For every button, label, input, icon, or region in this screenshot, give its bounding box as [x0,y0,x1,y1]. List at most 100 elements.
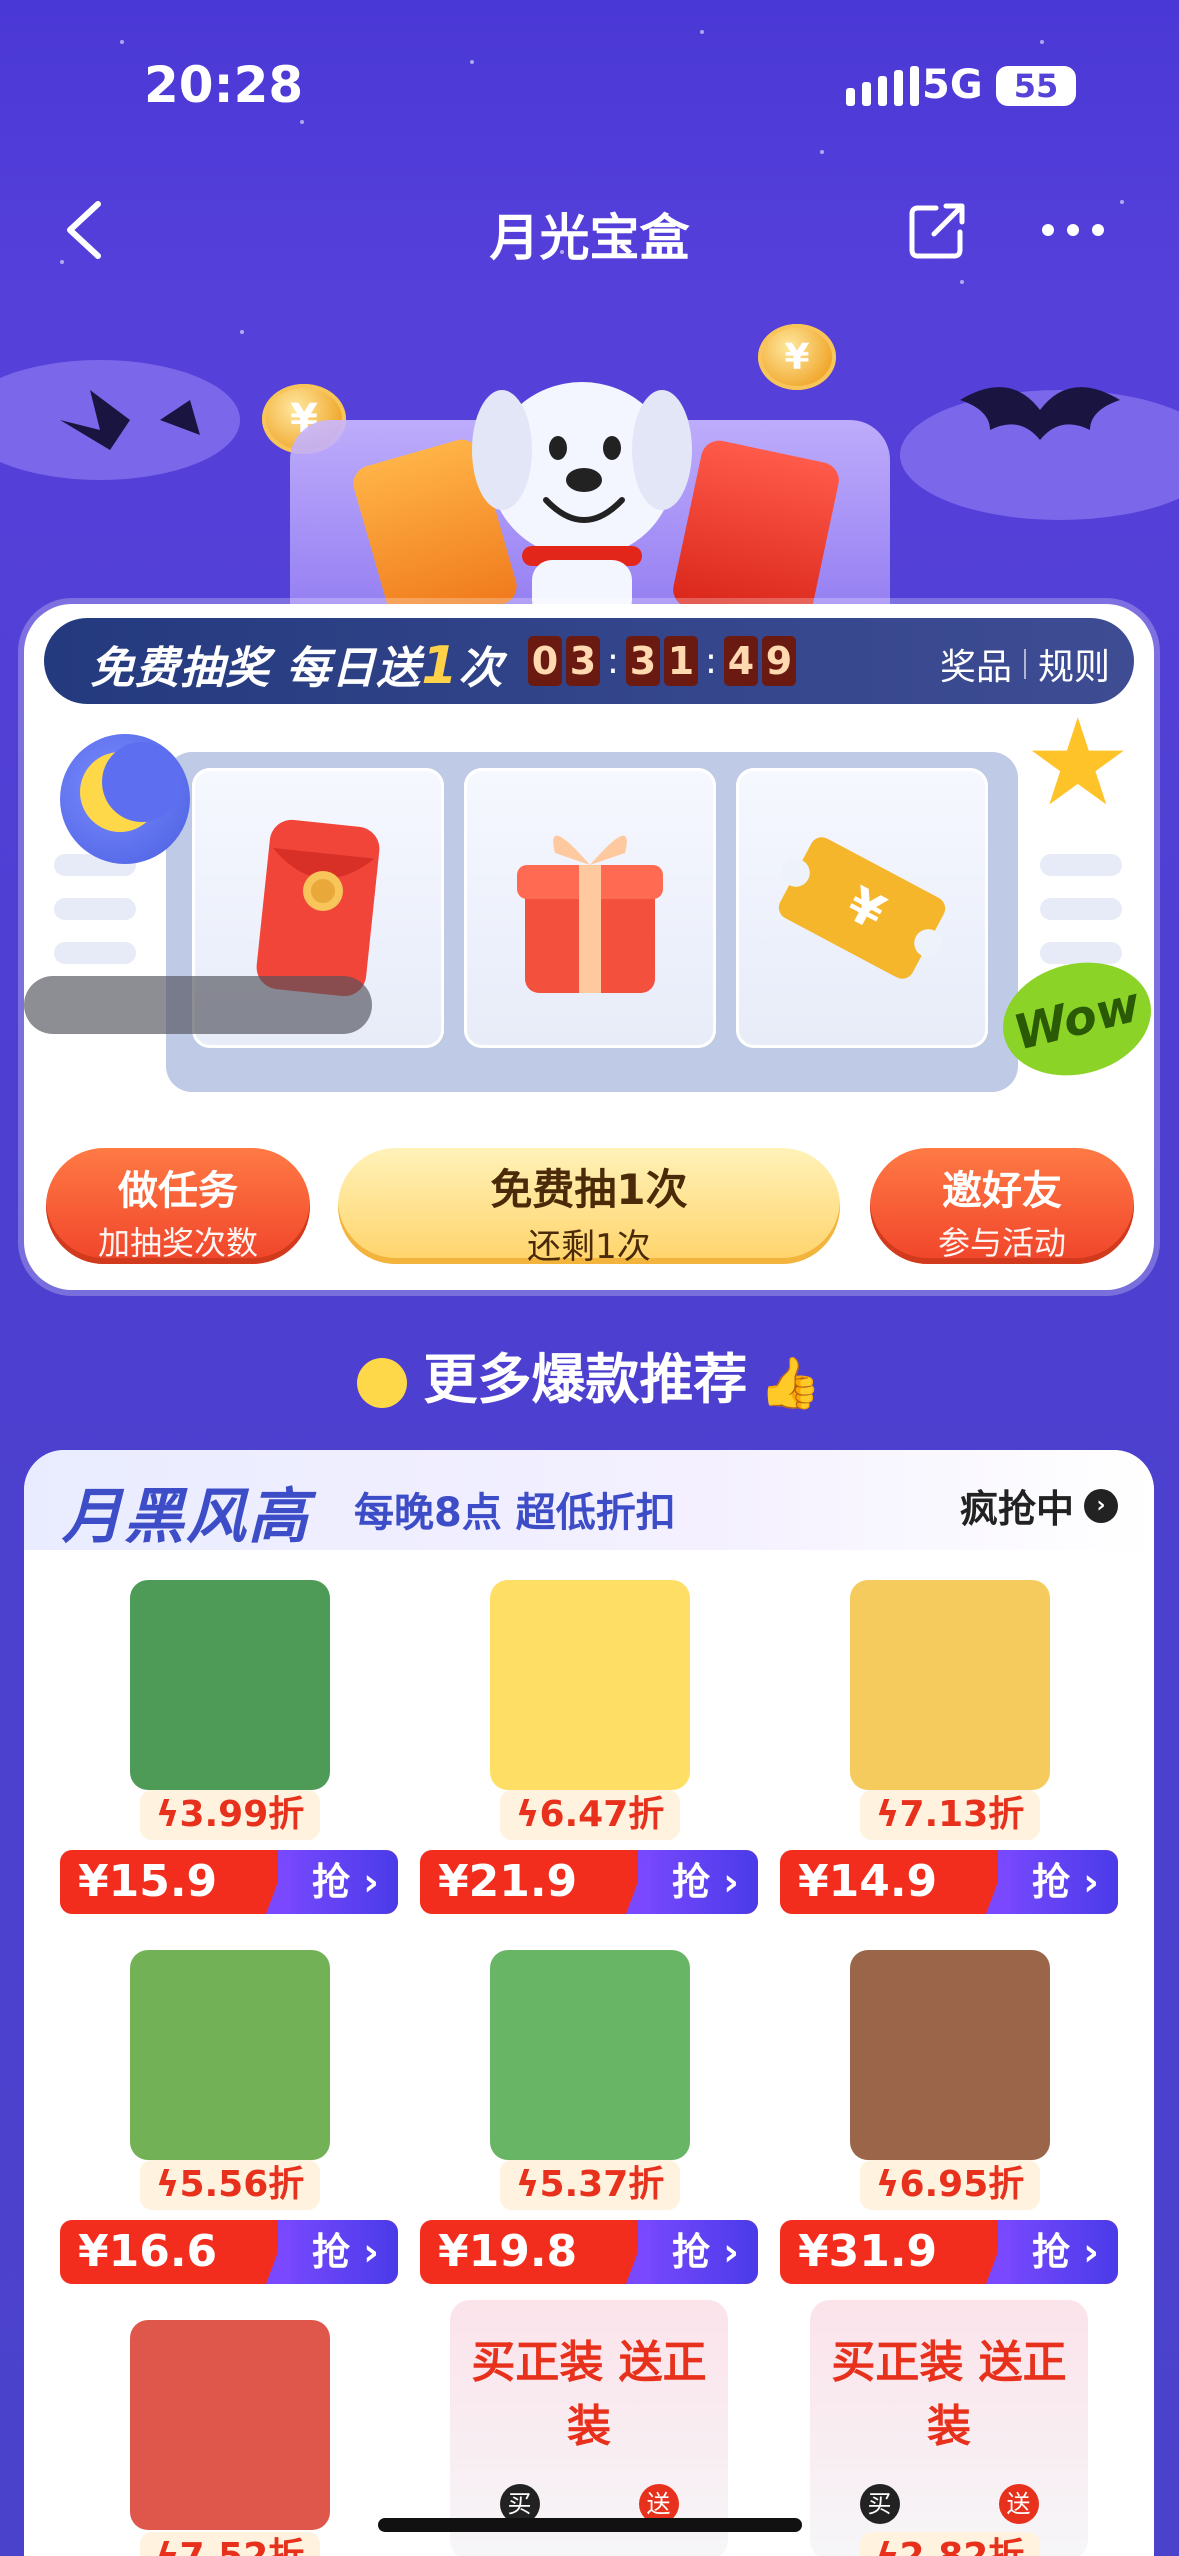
countdown-colon: : [704,640,718,682]
nav-bar: 月光宝盒 [0,180,1179,280]
discount-badge: ϟ7.52折 [140,2532,320,2556]
countdown-digit: 1 [664,636,698,686]
task-button-subtitle: 加抽奖次数 [97,1224,258,1262]
discount-badge: ϟ2.82折 [860,2532,1040,2556]
countdown-digit: 3 [626,636,660,686]
free-draw-button[interactable]: 免费抽1次 还剩1次 [338,1148,840,1267]
discount-badge: ϟ5.56折 [140,2160,320,2210]
grab-button[interactable]: 抢 › [266,2220,398,2284]
task-button[interactable]: 做任务 加抽奖次数 [46,1148,310,1264]
grab-button[interactable]: 抢 › [986,1850,1118,1914]
more-icon [1042,224,1104,236]
grab-button[interactable]: 抢 › [626,1850,758,1914]
product-card[interactable]: ϟ6.95折 ¥31.9 抢 › [780,1930,1118,2290]
product-card[interactable]: ϟ7.13折 ¥14.9 抢 › [780,1560,1118,1920]
section-heading: 更多爆款推荐 👍 [0,1335,1179,1414]
promo-buy-badge: 买 [859,2484,900,2524]
product-card[interactable]: ϟ3.99折 ¥15.9 抢 › [60,1560,398,1920]
status-time: 20:28 [144,56,304,114]
product-price: ¥19.8 [438,2226,578,2277]
price-bar[interactable]: ¥16.6 抢 › [60,2220,398,2284]
price-bar[interactable]: ¥19.8 抢 › [420,2220,758,2284]
banner-links: 奖品 规则 [940,638,1110,690]
task-button-title: 做任务 [118,1168,238,1214]
invite-button[interactable]: 邀好友 参与活动 [870,1148,1134,1264]
deals-cta-label: 疯抢中 [959,1487,1074,1531]
lightning-icon: ϟ [515,1794,540,1835]
section-title: 更多爆款推荐 [423,1348,748,1411]
product-image [810,1560,1088,1810]
status-bar: 20:28 5G 55 [0,0,1179,170]
thumbs-up-icon: 👍 [759,1353,822,1412]
share-button[interactable] [906,198,970,262]
mascot-dog [472,382,692,620]
battery-icon: 55 [996,66,1076,106]
countdown-colon: : [606,640,620,682]
discount-badge: ϟ7.13折 [860,1790,1040,1840]
countdown-digit: 3 [566,636,600,686]
discount-label: 6.95折 [899,2164,1025,2205]
lightning-icon: ϟ [156,2536,180,2556]
network-type: 5G [922,62,983,108]
countdown-digit: 4 [724,636,758,686]
lightning-icon: ϟ [876,2536,900,2556]
more-button[interactable] [1038,198,1108,262]
grab-label: 抢 [1032,2230,1071,2274]
promo-gift-badge: 送 [998,2484,1039,2524]
product-image [90,2300,368,2550]
signal-icon [846,66,919,106]
invite-button-subtitle: 参与活动 [937,1224,1066,1262]
discount-label: 2.82折 [899,2536,1024,2556]
discount-label: 7.52折 [179,2536,304,2556]
grab-label: 抢 [312,1860,351,1904]
gift-box-icon [517,835,663,993]
page-title: 月光宝盒 [489,209,690,267]
product-image [90,1930,368,2180]
price-bar[interactable]: ¥15.9 抢 › [60,1850,398,1914]
discount-badge: ϟ5.37折 [500,2160,680,2210]
home-indicator[interactable] [378,2518,802,2532]
product-card[interactable]: ϟ6.47折 ¥21.9 抢 › [420,1560,758,1920]
lightning-icon: ϟ [875,1794,900,1835]
product-price: ¥15.9 [78,1856,218,1907]
grab-button[interactable]: 抢 › [626,2220,758,2284]
lightning-icon: ϟ [155,1794,180,1835]
product-price: ¥16.6 [78,2226,218,2277]
chevron-right-icon: › [1084,1488,1118,1523]
slot-machine: ¥ [166,752,1018,1092]
price-bar[interactable]: ¥14.9 抢 › [780,1850,1118,1914]
banner-title: 免费抽奖 每日送1次 [90,636,504,696]
toast-overlay [24,976,372,1034]
star-icon: ★ [1024,694,1132,833]
discount-label: 3.99折 [179,1794,305,1835]
discount-label: 5.56折 [179,2164,305,2205]
price-bar[interactable]: ¥21.9 抢 › [420,1850,758,1914]
deals-cta[interactable]: 疯抢中 › [960,1478,1118,1533]
free-draw-remaining: 还剩1次 [527,1227,651,1267]
grab-button[interactable]: 抢 › [266,1850,398,1914]
grab-label: 抢 [672,1860,711,1904]
product-card[interactable]: ϟ5.56折 ¥16.6 抢 › [60,1930,398,2290]
discount-badge: ϟ6.47折 [500,1790,680,1840]
product-price: ¥14.9 [798,1856,938,1907]
coupon-icon: ¥ [778,837,946,979]
product-image [450,1930,728,2180]
prizes-link[interactable]: 奖品 [940,638,1012,690]
lottery-banner: 免费抽奖 每日送1次 0 3 : 3 1 : 4 9 奖品 规则 [44,618,1134,704]
product-card[interactable]: ϟ7.52折 [60,2300,398,2556]
product-card[interactable]: 买正装 送正装买 送 ϟ2.82折 [780,2300,1118,2556]
slot-coupon: ¥ [736,768,988,1048]
price-bar[interactable]: ¥31.9 抢 › [780,2220,1118,2284]
hero-illustration: ¥ ¥ [0,300,1179,680]
grab-button[interactable]: 抢 › [986,2220,1118,2284]
product-image [450,1560,728,1810]
share-icon [909,203,965,259]
smile-icon [357,1358,408,1409]
promo-text: 买正装 送正装 [471,2337,707,2452]
product-price: ¥31.9 [798,2226,938,2277]
product-card[interactable]: ϟ5.37折 ¥19.8 抢 › [420,1930,758,2290]
deals-subtitle: 每晚8点 超低折扣 [354,1490,676,1536]
product-price: ¥21.9 [438,1856,578,1907]
bat-icon [60,390,200,450]
rules-link[interactable]: 规则 [1038,638,1110,690]
